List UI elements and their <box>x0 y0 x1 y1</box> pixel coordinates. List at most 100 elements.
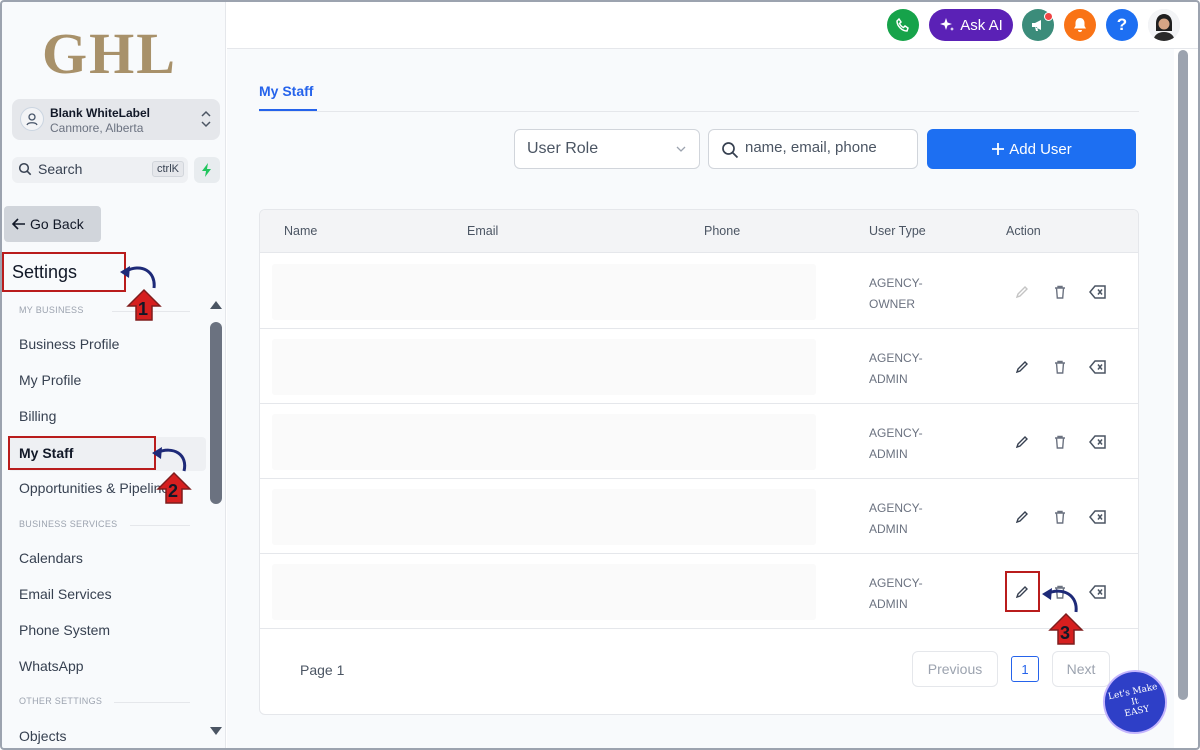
sidebar-item-phone-system[interactable]: Phone System <box>19 622 110 638</box>
megaphone-icon <box>1032 20 1041 31</box>
main-content: My Staff User Role Add User Name Email P… <box>227 49 1174 748</box>
scroll-down-icon[interactable] <box>208 724 224 738</box>
remove-icon[interactable] <box>1089 283 1107 301</box>
go-back-button[interactable]: Go Back <box>4 206 101 242</box>
remove-icon[interactable] <box>1089 358 1107 376</box>
highlight-settings <box>2 252 126 292</box>
avatar[interactable] <box>1148 9 1180 41</box>
sidebar-item-whatsapp[interactable]: WhatsApp <box>19 658 84 674</box>
scroll-up-icon[interactable] <box>208 298 224 312</box>
redacted-user-info <box>272 264 816 320</box>
search-icon <box>722 142 739 159</box>
sidebar: GHL Blank WhiteLabel Canmore, Alberta Se… <box>2 2 226 748</box>
bolt-icon <box>202 163 211 177</box>
remove-icon[interactable] <box>1089 508 1107 526</box>
sidebar-item-calendars[interactable]: Calendars <box>19 550 83 566</box>
location-switcher[interactable]: Blank WhiteLabel Canmore, Alberta <box>12 99 220 140</box>
user-type: AGENCY- ADMIN <box>869 576 923 611</box>
edit-icon[interactable] <box>1013 283 1031 301</box>
user-type: AGENCY- ADMIN <box>869 351 923 386</box>
bell-icon <box>1074 18 1086 32</box>
section-business-services: BUSINESS SERVICES <box>19 519 118 529</box>
delete-icon[interactable] <box>1051 433 1069 451</box>
remove-icon[interactable] <box>1089 583 1107 601</box>
chevron-down-icon <box>676 146 686 152</box>
column-action: Action <box>1006 224 1041 238</box>
announcements-button[interactable] <box>1022 9 1054 41</box>
highlight-edit-button <box>1005 571 1040 612</box>
arrow-left-icon <box>12 218 25 230</box>
redacted-user-info <box>272 489 816 545</box>
ask-ai-label: Ask AI <box>960 16 1003 34</box>
section-my-business: MY BUSINESS <box>19 305 84 315</box>
delete-icon[interactable] <box>1051 358 1069 376</box>
redacted-user-info <box>272 339 816 395</box>
search-icon <box>18 162 32 176</box>
column-phone: Phone <box>704 224 741 238</box>
search-shortcut: ctrlK <box>152 161 184 177</box>
tab-my-staff[interactable]: My Staff <box>259 83 313 99</box>
phone-button[interactable] <box>887 9 919 41</box>
sidebar-scrollbar-thumb[interactable] <box>210 322 222 504</box>
redacted-user-info <box>272 414 816 470</box>
redacted-user-info <box>272 564 816 620</box>
annotation-number-1: 1 <box>138 299 149 319</box>
help-button[interactable]: ? <box>1106 9 1138 41</box>
column-user-type: User Type <box>869 224 926 238</box>
sidebar-item-objects[interactable]: Objects <box>19 728 66 744</box>
sidebar-search[interactable]: Search ctrlK <box>12 157 188 183</box>
user-role-label: User Role <box>527 140 599 157</box>
top-header: Ask AI ? <box>227 2 1198 49</box>
notifications-button[interactable] <box>1064 9 1096 41</box>
user-photo-icon <box>1148 9 1180 41</box>
sidebar-item-email-services[interactable]: Email Services <box>19 586 112 602</box>
sidebar-item-business-profile[interactable]: Business Profile <box>19 336 119 352</box>
delete-icon[interactable] <box>1051 508 1069 526</box>
edit-icon[interactable] <box>1013 433 1031 451</box>
user-type: AGENCY- ADMIN <box>869 501 923 536</box>
user-type: AGENCY- OWNER <box>869 276 923 311</box>
staff-table: Name Email Phone User Type Action AGENCY… <box>259 209 1139 715</box>
ask-ai-button[interactable]: Ask AI <box>929 9 1013 41</box>
location-sub: Canmore, Alberta <box>50 121 144 135</box>
go-back-label: Go Back <box>30 216 84 232</box>
column-email: Email <box>467 224 499 238</box>
main-scrollbar-thumb[interactable] <box>1178 50 1188 700</box>
table-header: Name Email Phone User Type Action <box>260 210 1138 253</box>
highlight-my-staff <box>8 436 156 470</box>
previous-button[interactable]: Previous <box>912 651 998 687</box>
edit-icon[interactable] <box>1013 358 1031 376</box>
page-1-button[interactable]: 1 <box>1011 656 1039 682</box>
table-row: AGENCY- OWNER <box>260 254 1138 329</box>
table-row: AGENCY- ADMIN <box>260 479 1138 554</box>
page-indicator: Page 1 <box>300 662 345 678</box>
divider <box>114 702 190 703</box>
sidebar-item-my-profile[interactable]: My Profile <box>19 372 81 388</box>
edit-icon[interactable] <box>1013 508 1031 526</box>
section-other-settings: OTHER SETTINGS <box>19 696 103 706</box>
table-row: AGENCY- ADMIN <box>260 404 1138 479</box>
staff-search[interactable] <box>708 129 918 169</box>
phone-icon <box>896 17 909 32</box>
delete-icon[interactable] <box>1051 283 1069 301</box>
user-role-select[interactable]: User Role <box>514 129 700 169</box>
search-label: Search <box>38 161 83 177</box>
sidebar-item-billing[interactable]: Billing <box>19 408 56 424</box>
plus-icon <box>992 143 1005 155</box>
help-icon: ? <box>1116 15 1128 34</box>
add-user-button[interactable]: Add User <box>927 129 1136 169</box>
divider <box>130 525 190 526</box>
chevron-updown-icon <box>201 110 211 128</box>
user-type: AGENCY- ADMIN <box>869 426 923 461</box>
add-user-label: Add User <box>1009 140 1072 158</box>
notification-dot <box>1044 12 1053 21</box>
staff-search-input[interactable] <box>745 139 905 156</box>
column-name: Name <box>284 224 318 238</box>
remove-icon[interactable] <box>1089 433 1107 451</box>
sparkle-icon <box>940 18 955 31</box>
next-button[interactable]: Next <box>1052 651 1110 687</box>
logo: GHL <box>42 21 177 86</box>
quick-actions-button[interactable] <box>194 157 220 183</box>
location-icon <box>20 107 44 131</box>
sidebar-item-opportunities[interactable]: Opportunities & Pipelines <box>19 480 167 496</box>
